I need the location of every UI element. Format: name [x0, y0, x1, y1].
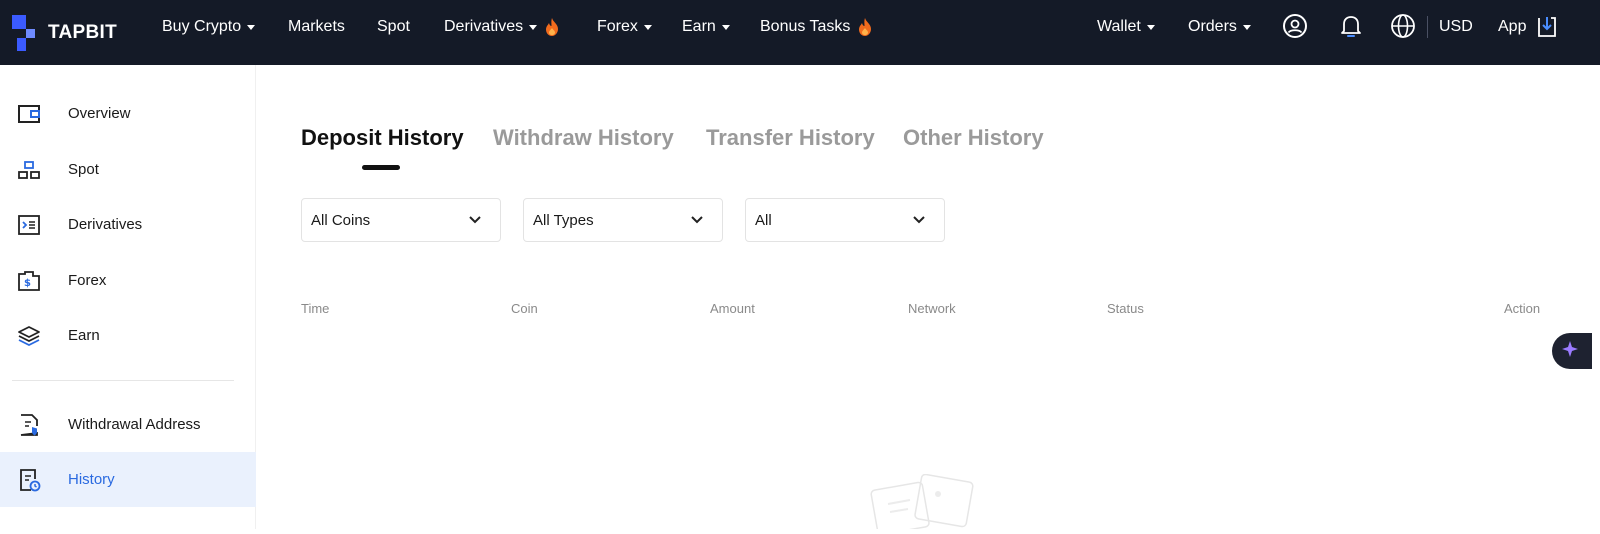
column-header-status: Status — [1107, 301, 1144, 316]
derivatives-icon — [17, 213, 41, 237]
forex-icon: $ — [17, 269, 41, 293]
svg-text:$: $ — [24, 278, 31, 289]
logo-text: TAPBIT — [48, 22, 117, 43]
history-icon — [17, 468, 41, 492]
sidebar-item-label: Earn — [68, 327, 100, 344]
tab-transfer-history[interactable]: Transfer History — [706, 125, 875, 151]
status-filter-select[interactable]: All — [745, 198, 945, 242]
tapbit-logo[interactable]: TAPBIT — [12, 10, 117, 56]
sidebar-item-label: History — [68, 471, 115, 488]
caret-down-icon — [1146, 24, 1155, 30]
column-header-amount: Amount — [710, 301, 755, 316]
select-value: All — [755, 211, 772, 229]
sidebar-item-withdrawal-address[interactable]: Withdrawal Address — [0, 397, 256, 452]
nav-label: Bonus Tasks — [760, 18, 851, 35]
sidebar: Overview Spot Derivatives $ Forex Earn W… — [0, 65, 256, 529]
sidebar-item-overview[interactable]: Overview — [0, 86, 256, 141]
type-filter-select[interactable]: All Types — [523, 198, 723, 242]
download-icon — [1536, 16, 1558, 38]
nav-label: Wallet — [1097, 18, 1141, 35]
nav-buy-crypto[interactable]: Buy Crypto — [162, 0, 256, 54]
caret-down-icon — [247, 24, 256, 30]
select-value: All Types — [533, 211, 594, 229]
sidebar-item-label: Forex — [68, 272, 107, 289]
column-header-action: Action — [1504, 301, 1541, 316]
nav-label: Markets — [288, 18, 345, 35]
caret-down-icon — [721, 24, 730, 30]
bell-icon[interactable] — [1337, 12, 1365, 40]
tab-deposit-history[interactable]: Deposit History — [301, 125, 464, 151]
top-navbar: TAPBIT Buy Crypto Markets Spot Derivativ… — [0, 0, 1600, 65]
nav-label: Earn — [682, 18, 716, 35]
sidebar-item-history[interactable]: History — [0, 452, 256, 507]
globe-icon[interactable] — [1389, 12, 1417, 40]
column-header-time: Time — [301, 301, 330, 316]
caret-down-icon — [1242, 24, 1251, 30]
nav-earn[interactable]: Earn — [682, 0, 730, 54]
sidebar-item-label: Spot — [68, 161, 99, 178]
layers-icon — [17, 324, 41, 348]
coin-filter-select[interactable]: All Coins — [301, 198, 501, 242]
nav-orders[interactable]: Orders — [1188, 0, 1251, 54]
address-shield-icon — [17, 413, 41, 437]
nav-app[interactable]: App — [1498, 0, 1558, 54]
wallet-icon — [17, 102, 41, 126]
sidebar-item-earn[interactable]: Earn — [0, 308, 256, 363]
fire-icon — [545, 18, 559, 36]
currency-label: USD — [1439, 18, 1473, 35]
sidebar-item-label: Withdrawal Address — [68, 416, 201, 433]
sidebar-item-spot[interactable]: Spot — [0, 142, 256, 197]
sidebar-item-derivatives[interactable]: Derivatives — [0, 197, 256, 252]
logo-mark-icon — [12, 15, 42, 51]
caret-down-icon — [529, 24, 538, 30]
empty-state-illustration — [868, 473, 978, 534]
nav-label: Orders — [1188, 18, 1237, 35]
currency-selector[interactable]: USD — [1439, 0, 1473, 54]
tab-withdraw-history[interactable]: Withdraw History — [493, 125, 674, 151]
chevron-down-icon — [912, 213, 926, 231]
caret-down-icon — [643, 24, 652, 30]
nav-bonus-tasks[interactable]: Bonus Tasks — [760, 0, 872, 54]
spot-icon — [17, 158, 41, 182]
sidebar-item-label: Derivatives — [68, 216, 143, 233]
sidebar-item-forex[interactable]: $ Forex — [0, 253, 256, 308]
chevron-down-icon — [690, 213, 704, 231]
chevron-down-icon — [468, 213, 482, 231]
user-icon[interactable] — [1281, 12, 1309, 40]
column-header-coin: Coin — [511, 301, 538, 316]
nav-label: Derivatives — [444, 18, 524, 35]
tab-other-history[interactable]: Other History — [903, 125, 1044, 151]
sidebar-item-label: Overview — [68, 105, 131, 122]
sidebar-divider — [12, 380, 234, 381]
nav-spot[interactable]: Spot — [377, 0, 410, 54]
nav-forex[interactable]: Forex — [597, 0, 652, 54]
nav-label: App — [1498, 18, 1527, 35]
active-tab-indicator — [362, 165, 400, 170]
fire-icon — [858, 18, 872, 36]
nav-label: Spot — [377, 18, 410, 35]
nav-derivatives[interactable]: Derivatives — [444, 0, 559, 54]
sparkle-icon — [1562, 340, 1578, 362]
nav-divider — [1427, 16, 1428, 38]
nav-label: Forex — [597, 18, 638, 35]
ai-assistant-button[interactable] — [1552, 333, 1592, 369]
select-value: All Coins — [311, 211, 371, 229]
nav-label: Buy Crypto — [162, 18, 242, 35]
nav-wallet[interactable]: Wallet — [1097, 0, 1155, 54]
nav-markets[interactable]: Markets — [288, 0, 345, 54]
column-header-network: Network — [908, 301, 956, 316]
